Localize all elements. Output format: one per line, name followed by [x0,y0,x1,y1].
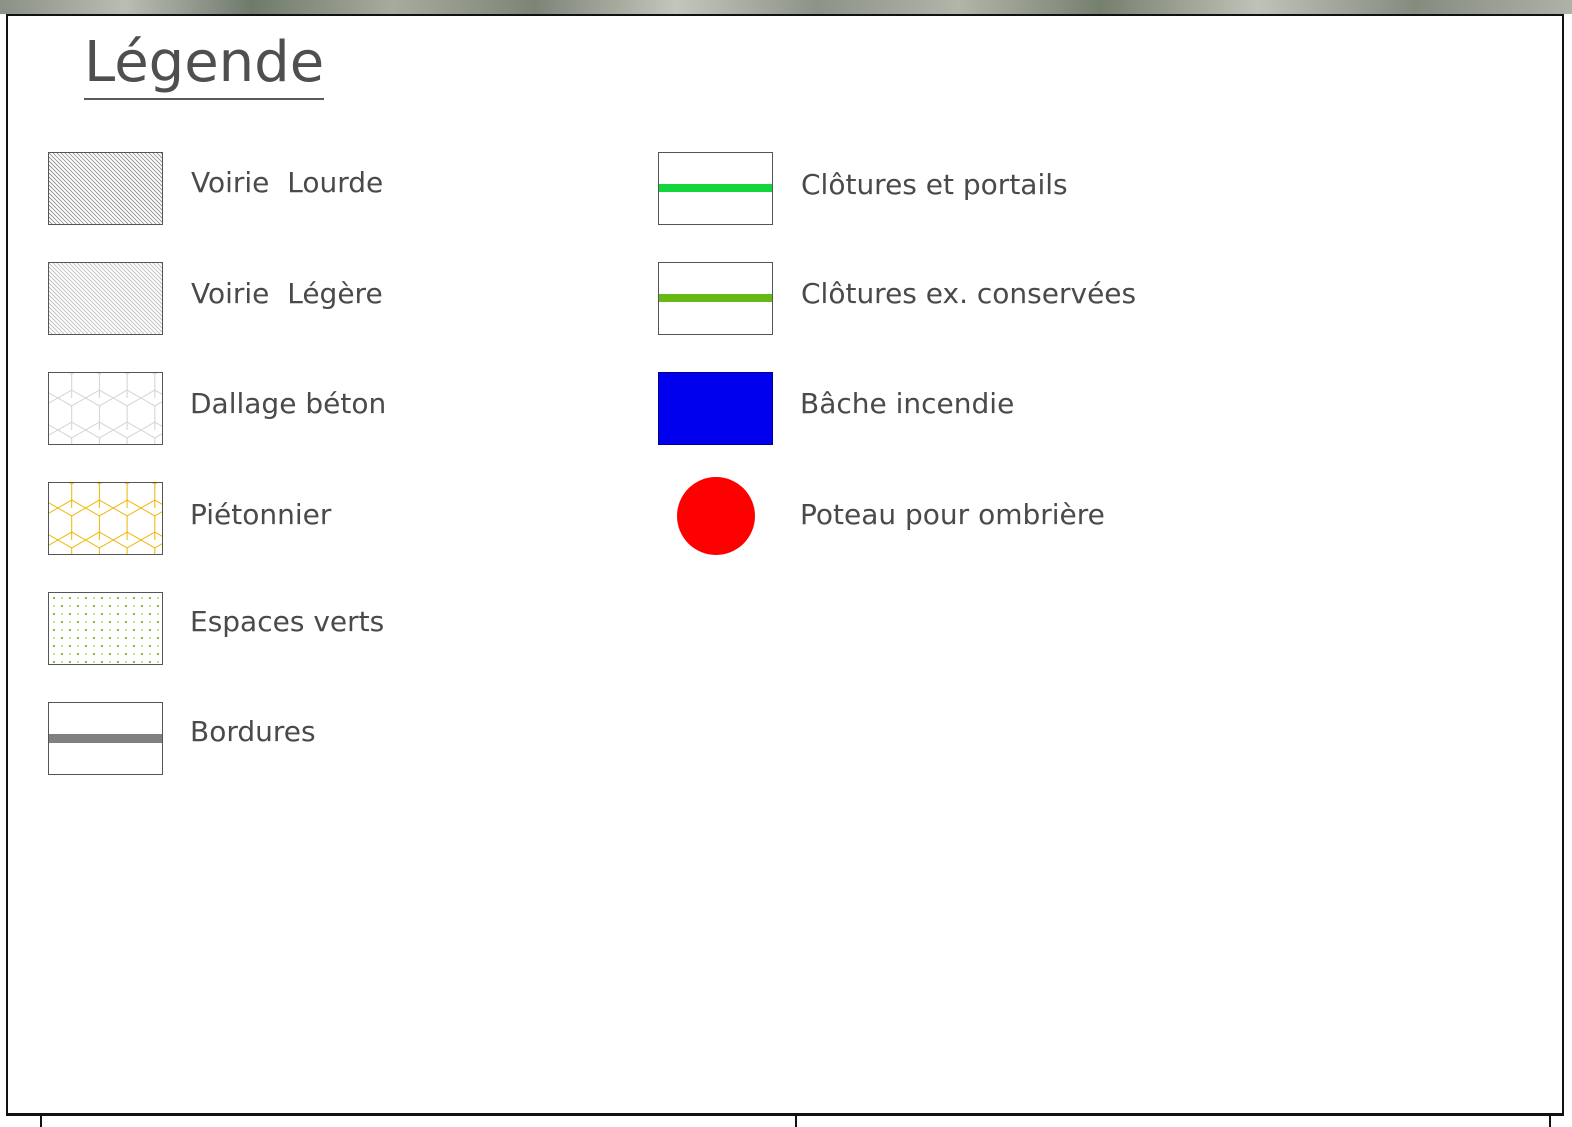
title-block-divider [1549,1116,1551,1127]
title-block-divider [795,1116,797,1127]
legend-label-bordures: Bordures [190,715,316,748]
bright-green-line-icon [658,152,773,225]
legend-title: Légende [84,28,325,100]
legend-label-voirie-lourde: Voirie Lourde [191,166,384,199]
legend-label-clotures-conservees: Clôtures ex. conservées [801,277,1137,310]
green-dot-pattern-icon [48,592,163,665]
legend-label-pietonnier: Piétonnier [190,498,332,531]
blue-rectangle-icon [658,372,773,445]
legend-label-dallage-beton: Dallage béton [190,387,387,420]
map-background-strip [0,0,1572,14]
olive-green-line-icon [658,262,773,335]
title-block-divider [40,1116,42,1127]
light-hatch-icon [48,262,163,335]
title-block-top-border [6,1113,1564,1127]
legend-label-voirie-legere: Voirie Légère [191,277,383,310]
red-circle-icon [676,476,756,556]
yellow-hexagon-pattern-icon [48,482,163,555]
grey-line-icon [48,702,163,775]
dense-hatch-icon [48,152,163,225]
legend-label-espaces-verts: Espaces verts [190,605,385,638]
legend-label-clotures-portails: Clôtures et portails [801,168,1068,201]
legend-label-poteau-ombriere: Poteau pour ombrière [800,498,1105,531]
legend-label-bache-incendie: Bâche incendie [800,387,1015,420]
grey-hexagon-pattern-icon [48,372,163,445]
legend-page: Légende Voirie Lourde Voirie Légère Dall… [0,0,1572,1127]
